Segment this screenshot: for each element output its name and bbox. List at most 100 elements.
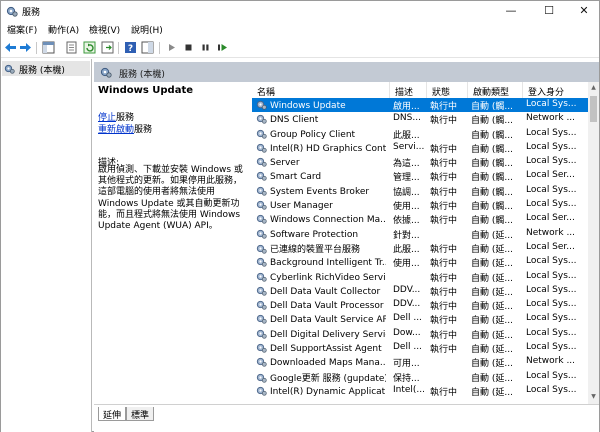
- service-description-cell: 啟用...: [393, 102, 420, 112]
- close-button[interactable]: ✕: [569, 1, 599, 21]
- table-row[interactable]: Dell Digital Delivery Service Dow... 執行中 自動…: [252, 327, 599, 341]
- vertical-scrollbar[interactable]: ▲ ▼: [588, 82, 599, 404]
- toolbar: ?: [1, 38, 599, 58]
- table-row[interactable]: Dell SupportAssist Agent Dell ... 執行中 自動 (延…: [252, 341, 599, 355]
- service-status-cell: 執行中: [430, 144, 458, 155]
- service-startup-cell: 自動 (觸...: [471, 159, 513, 170]
- tab-extended[interactable]: 延伸: [98, 407, 127, 421]
- properties-icon[interactable]: [65, 41, 78, 54]
- service-description-cell: DNS...: [393, 113, 421, 124]
- export-list-icon[interactable]: [101, 41, 114, 54]
- refresh-icon[interactable]: [83, 41, 96, 54]
- pane-header-title: 服務 (本機): [119, 70, 165, 80]
- tree-item-services-local[interactable]: 服務 (本機): [2, 61, 90, 76]
- service-name-cell: Intel(R) HD Graphics Contr...: [256, 142, 386, 154]
- scrollbar-thumb[interactable]: [590, 96, 597, 122]
- service-gear-icon: [256, 373, 267, 383]
- service-logon-cell: Local Sys...: [526, 256, 577, 267]
- stop-service-icon[interactable]: [182, 41, 195, 54]
- restart-service-link[interactable]: 重新啟動: [98, 125, 134, 135]
- pause-service-icon[interactable]: [199, 41, 212, 54]
- table-row[interactable]: Intel(R) Dynamic Applicati... Intel(... 執行…: [252, 384, 599, 398]
- service-gear-icon: [256, 129, 267, 139]
- svg-text:?: ?: [128, 44, 133, 54]
- service-name: Intel(R) HD Graphics Contr...: [270, 143, 386, 154]
- service-name: Intel(R) Dynamic Applicati...: [270, 386, 386, 397]
- service-startup-cell: 自動 (延...: [471, 287, 513, 298]
- description-text: 啟用偵測、下載並安裝 Windows 或其他程式的更新。如果停用此服務，這部電腦…: [98, 165, 243, 232]
- service-name: Smart Card: [270, 172, 322, 183]
- table-row[interactable]: Windows Connection Ma... 依據... 執行中 自動 (觸...…: [252, 212, 599, 226]
- column-header-name[interactable]: 名稱: [252, 82, 390, 98]
- scroll-up-icon[interactable]: ▲: [589, 84, 598, 93]
- table-row[interactable]: Windows Update 啟用... 執行中 自動 (觸... Local Sys.…: [252, 98, 599, 113]
- menu-help[interactable]: 說明(H): [131, 23, 163, 36]
- service-startup-cell: 自動 (觸...: [471, 216, 513, 227]
- column-header-startup-type[interactable]: 啟動類型 ^: [468, 82, 523, 98]
- table-row[interactable]: Dell Data Vault Collector DDV... 執行中 自動 (延.…: [252, 284, 599, 298]
- tree-item-label: 服務 (本機): [19, 66, 65, 76]
- service-name-cell: Dell Data Vault Collector: [256, 285, 386, 297]
- toolbar-divider: [159, 42, 160, 54]
- table-row[interactable]: DNS Client DNS... 執行中 自動 (觸... Network ...: [252, 112, 599, 126]
- service-name: System Events Broker: [270, 186, 370, 197]
- service-description-cell: 使用...: [393, 259, 420, 270]
- table-row[interactable]: System Events Broker 協調... 執行中 自動 (觸... Loca…: [252, 184, 599, 198]
- table-row[interactable]: Cyberlink RichVideo Servi... 執行中 自動 (延... L…: [252, 270, 599, 284]
- table-row[interactable]: 已連線的裝置平台服務 此服... 執行中 自動 (延... Local Ser...: [252, 241, 599, 255]
- service-status-cell: 執行中: [430, 102, 458, 112]
- service-status-cell: 執行中: [430, 287, 458, 298]
- tab-standard[interactable]: 標準: [126, 407, 155, 421]
- service-logon-cell: Network ...: [526, 356, 576, 367]
- service-startup-cell: 自動 (觸...: [471, 144, 513, 155]
- minimize-button[interactable]: —: [496, 1, 526, 21]
- table-row[interactable]: Downloaded Maps Mana... 可用... 自動 (延... Netw…: [252, 355, 599, 369]
- table-row[interactable]: Background Intelligent Tr... 使用... 執行中 自動 (…: [252, 255, 599, 269]
- forward-arrow-icon[interactable]: [19, 41, 32, 54]
- table-row[interactable]: Smart Card 管理... 執行中 自動 (觸... Local Ser...: [252, 169, 599, 183]
- table-row[interactable]: Dell Data Vault Service API Dell ... 執行中 自動…: [252, 312, 599, 326]
- service-gear-icon: [256, 244, 267, 254]
- menu-file[interactable]: 檔案(F): [7, 23, 37, 36]
- toolbar-divider: [118, 42, 119, 54]
- service-name: Server: [270, 158, 300, 169]
- scroll-down-icon[interactable]: ▼: [589, 393, 598, 402]
- column-header-logon[interactable]: 登入身分: [523, 82, 593, 98]
- column-header-description[interactable]: 描述: [390, 82, 427, 98]
- back-arrow-icon[interactable]: [4, 41, 17, 54]
- column-header-status[interactable]: 狀態: [427, 82, 468, 98]
- service-logon-cell: Local Sys...: [526, 156, 577, 167]
- service-gear-icon: [256, 301, 267, 310]
- table-row[interactable]: Server 為這... 執行中 自動 (觸... Local Sys...: [252, 155, 599, 169]
- service-description-cell: 管理...: [393, 173, 420, 184]
- table-row[interactable]: Intel(R) HD Graphics Contr... Servi... 執行中…: [252, 141, 599, 155]
- maximize-button[interactable]: ☐: [534, 1, 564, 21]
- service-description-cell: Dell ...: [393, 313, 422, 324]
- restart-service-icon[interactable]: [216, 41, 229, 54]
- service-startup-cell: 自動 (延...: [471, 387, 513, 398]
- start-service-icon[interactable]: [165, 41, 178, 54]
- menu-action[interactable]: 動作(A): [48, 23, 79, 36]
- menu-bar: 檔案(F) 動作(A) 檢視(V) 說明(H): [1, 21, 599, 37]
- service-logon-cell: Network ...: [526, 227, 576, 238]
- table-row[interactable]: User Manager 使用... 執行中 自動 (觸... Local Sys...: [252, 198, 599, 212]
- service-logon-cell: Local Sys...: [526, 141, 577, 152]
- console-tree-icon[interactable]: [42, 41, 55, 54]
- show-hide-pane-icon[interactable]: [141, 41, 154, 54]
- menu-view[interactable]: 檢視(V): [89, 23, 120, 36]
- table-row[interactable]: Software Protection 針對... 自動 (延... Network …: [252, 227, 599, 241]
- help-icon[interactable]: ?: [124, 41, 137, 54]
- service-status-cell: 執行中: [430, 244, 458, 255]
- service-name-cell: User Manager: [256, 199, 386, 211]
- service-description-cell: Intel(...: [393, 384, 425, 395]
- service-description-cell: 使用...: [393, 202, 420, 213]
- service-name: User Manager: [270, 201, 333, 212]
- service-name: Group Policy Client: [270, 129, 356, 140]
- service-gear-icon: [256, 329, 267, 339]
- table-row[interactable]: Google更新 服務 (gupdate) 保持... 自動 (延... Local …: [252, 370, 599, 384]
- table-row[interactable]: Dell Data Vault Processor DDV... 執行中 自動 (延.…: [252, 298, 599, 312]
- service-gear-icon: [256, 343, 267, 353]
- table-row[interactable]: Group Policy Client 此服... 自動 (觸... Local Sy…: [252, 127, 599, 141]
- service-startup-cell: 自動 (延...: [471, 244, 513, 255]
- service-startup-cell: 自動 (延...: [471, 345, 513, 356]
